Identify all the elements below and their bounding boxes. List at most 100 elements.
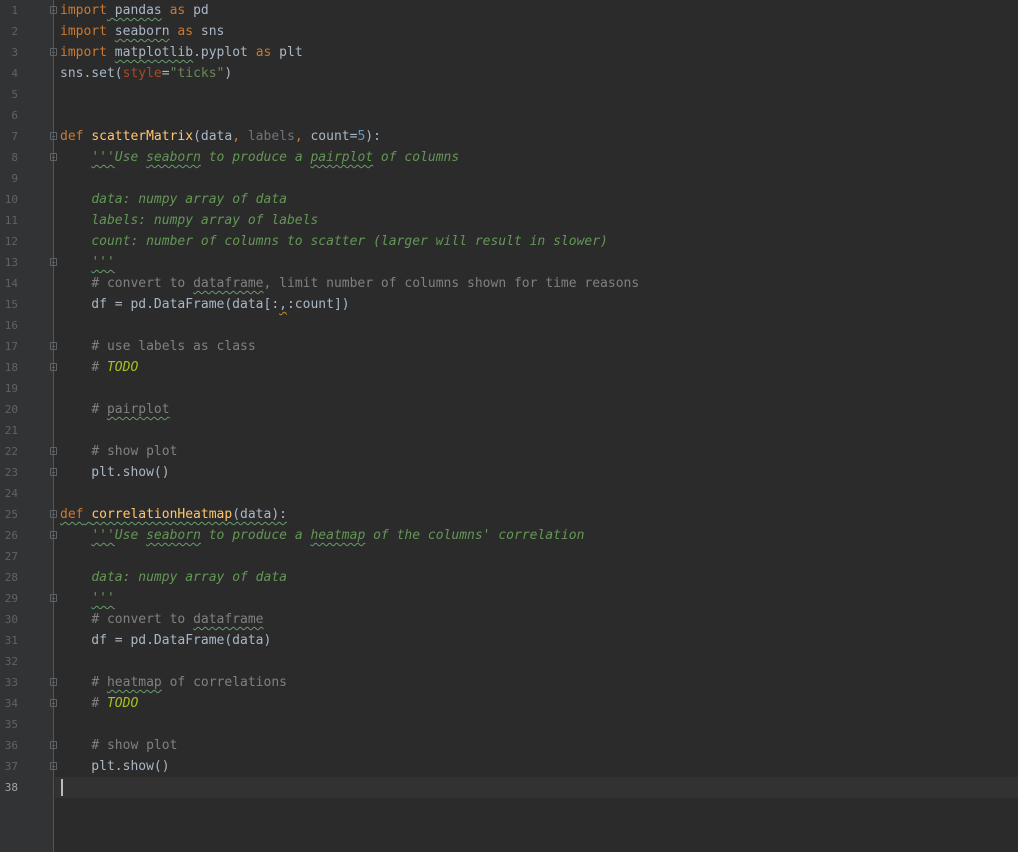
line-number: 10 [4, 193, 18, 206]
code-row[interactable]: 14 # convert to dataframe, limit number … [0, 273, 1018, 294]
code-row[interactable]: 16 [0, 315, 1018, 336]
code-row[interactable]: 25 def correlationHeatmap(data): [0, 504, 1018, 525]
code-line-text: # heatmap of correlations [60, 672, 287, 693]
code-token: to produce a [200, 150, 311, 165]
code-row[interactable]: 27 [0, 546, 1018, 567]
code-row[interactable]: 20 # pairplot [0, 399, 1018, 420]
code-line-text: ''' [60, 252, 114, 273]
fold-marker-icon[interactable] [50, 531, 57, 539]
code-line-text: # show plot [60, 441, 177, 462]
fold-marker-icon[interactable] [50, 48, 57, 56]
code-line-text: # convert to dataframe, limit number of … [60, 273, 639, 294]
code-token: style [122, 66, 162, 81]
fold-marker-icon[interactable] [50, 678, 57, 686]
line-number: 34 [4, 697, 18, 710]
line-number: 38 [4, 781, 18, 794]
code-row[interactable]: 6 [0, 105, 1018, 126]
code-row[interactable]: 12 count: number of columns to scatter (… [0, 231, 1018, 252]
code-row[interactable]: 33 # heatmap of correlations [0, 672, 1018, 693]
code-token: 5 [357, 129, 366, 144]
line-number: 29 [4, 592, 18, 605]
code-row[interactable]: 15 df = pd.DataFrame(data[:,:count]) [0, 294, 1018, 315]
code-row[interactable]: 37 plt.show() [0, 756, 1018, 777]
code-row[interactable]: 3 import matplotlib.pyplot as plt [0, 42, 1018, 63]
code-line-text: sns.set(style="ticks") [60, 66, 233, 81]
code-row[interactable]: 8 '''Use seaborn to produce a pairplot o… [0, 147, 1018, 168]
text-caret [61, 779, 63, 796]
line-number: 28 [4, 571, 18, 584]
code-token: scatterMatrix [91, 129, 194, 144]
fold-marker-icon[interactable] [50, 342, 57, 350]
fold-marker-icon[interactable] [50, 6, 57, 14]
fold-marker-icon[interactable] [50, 468, 57, 476]
line-number: 5 [11, 88, 18, 101]
code-row[interactable]: 17 # use labels as class [0, 336, 1018, 357]
code-row[interactable]: 11 labels: numpy array of labels [0, 210, 1018, 231]
code-token: TODO [106, 696, 139, 711]
code-token: of correlations [161, 675, 287, 690]
code-row[interactable]: 29 ''' [0, 588, 1018, 609]
line-number: 26 [4, 529, 18, 542]
code-token: # show plot [91, 738, 178, 753]
code-row[interactable]: 28 data: numpy array of data [0, 567, 1018, 588]
code-row[interactable]: 5 [0, 84, 1018, 105]
code-row[interactable]: 7 def scatterMatrix(data, labels, count=5… [0, 126, 1018, 147]
code-line-text: data: numpy array of data [60, 189, 287, 210]
code-row[interactable]: 18 # TODO [0, 357, 1018, 378]
line-number: 20 [4, 403, 18, 416]
line-number: 4 [11, 67, 18, 80]
code-row[interactable]: 4 sns.set(style="ticks") [0, 63, 1018, 84]
fold-marker-icon[interactable] [50, 741, 57, 749]
code-row[interactable]: 38 [0, 777, 1018, 798]
code-row[interactable]: 21 [0, 420, 1018, 441]
line-number: 25 [4, 508, 18, 521]
code-row[interactable]: 9 [0, 168, 1018, 189]
code-row[interactable]: 1 import pandas as pd [0, 0, 1018, 21]
fold-marker-icon[interactable] [50, 594, 57, 602]
code-token: import [60, 24, 107, 39]
fold-marker-icon[interactable] [50, 153, 57, 161]
code-row[interactable]: 22 # show plot [0, 441, 1018, 462]
code-editor[interactable]: 1 import pandas as pd 2 import seaborn as s… [0, 0, 1018, 852]
code-token: ''' [91, 528, 115, 543]
code-token: import [60, 45, 107, 60]
fold-marker-icon[interactable] [50, 132, 57, 140]
fold-marker-icon[interactable] [50, 699, 57, 707]
code-line-text: import seaborn as sns [60, 24, 225, 39]
code-row[interactable]: 24 [0, 483, 1018, 504]
line-number: 23 [4, 466, 18, 479]
code-row[interactable]: 2 import seaborn as sns [0, 21, 1018, 42]
code-token: (data): [232, 507, 287, 522]
code-token: "ticks" [169, 66, 225, 81]
code-token: # convert to [91, 612, 194, 627]
code-row[interactable]: 34 # TODO [0, 693, 1018, 714]
line-number: 37 [4, 760, 18, 773]
line-number: 32 [4, 655, 18, 668]
code-row[interactable]: 19 [0, 378, 1018, 399]
code-token: of columns [373, 150, 460, 165]
code-row[interactable]: 30 # convert to dataframe [0, 609, 1018, 630]
code-row[interactable]: 31 df = pd.DataFrame(data) [0, 630, 1018, 651]
code-token: Use [114, 528, 147, 543]
code-row[interactable]: 35 [0, 714, 1018, 735]
line-number: 8 [11, 151, 18, 164]
code-row[interactable]: 32 [0, 651, 1018, 672]
code-token: correlationHeatmap [91, 507, 233, 522]
code-row[interactable]: 13 ''' [0, 252, 1018, 273]
code-line-text: df = pd.DataFrame(data[:,:count]) [60, 297, 350, 312]
code-token: import [60, 3, 107, 18]
fold-marker-icon[interactable] [50, 363, 57, 371]
fold-marker-icon[interactable] [50, 762, 57, 770]
code-line-text: plt.show() [60, 465, 170, 480]
code-row[interactable]: 23 plt.show() [0, 462, 1018, 483]
line-number: 31 [4, 634, 18, 647]
fold-marker-icon[interactable] [50, 510, 57, 518]
code-row[interactable]: 36 # show plot [0, 735, 1018, 756]
code-line-text: def correlationHeatmap(data): [60, 504, 287, 525]
fold-marker-icon[interactable] [50, 447, 57, 455]
code-row[interactable]: 10 data: numpy array of data [0, 189, 1018, 210]
code-token: ''' [91, 591, 115, 606]
code-row[interactable]: 26 '''Use seaborn to produce a heatmap o… [0, 525, 1018, 546]
code-token: data: numpy array of data [91, 192, 287, 207]
fold-marker-icon[interactable] [50, 258, 57, 266]
